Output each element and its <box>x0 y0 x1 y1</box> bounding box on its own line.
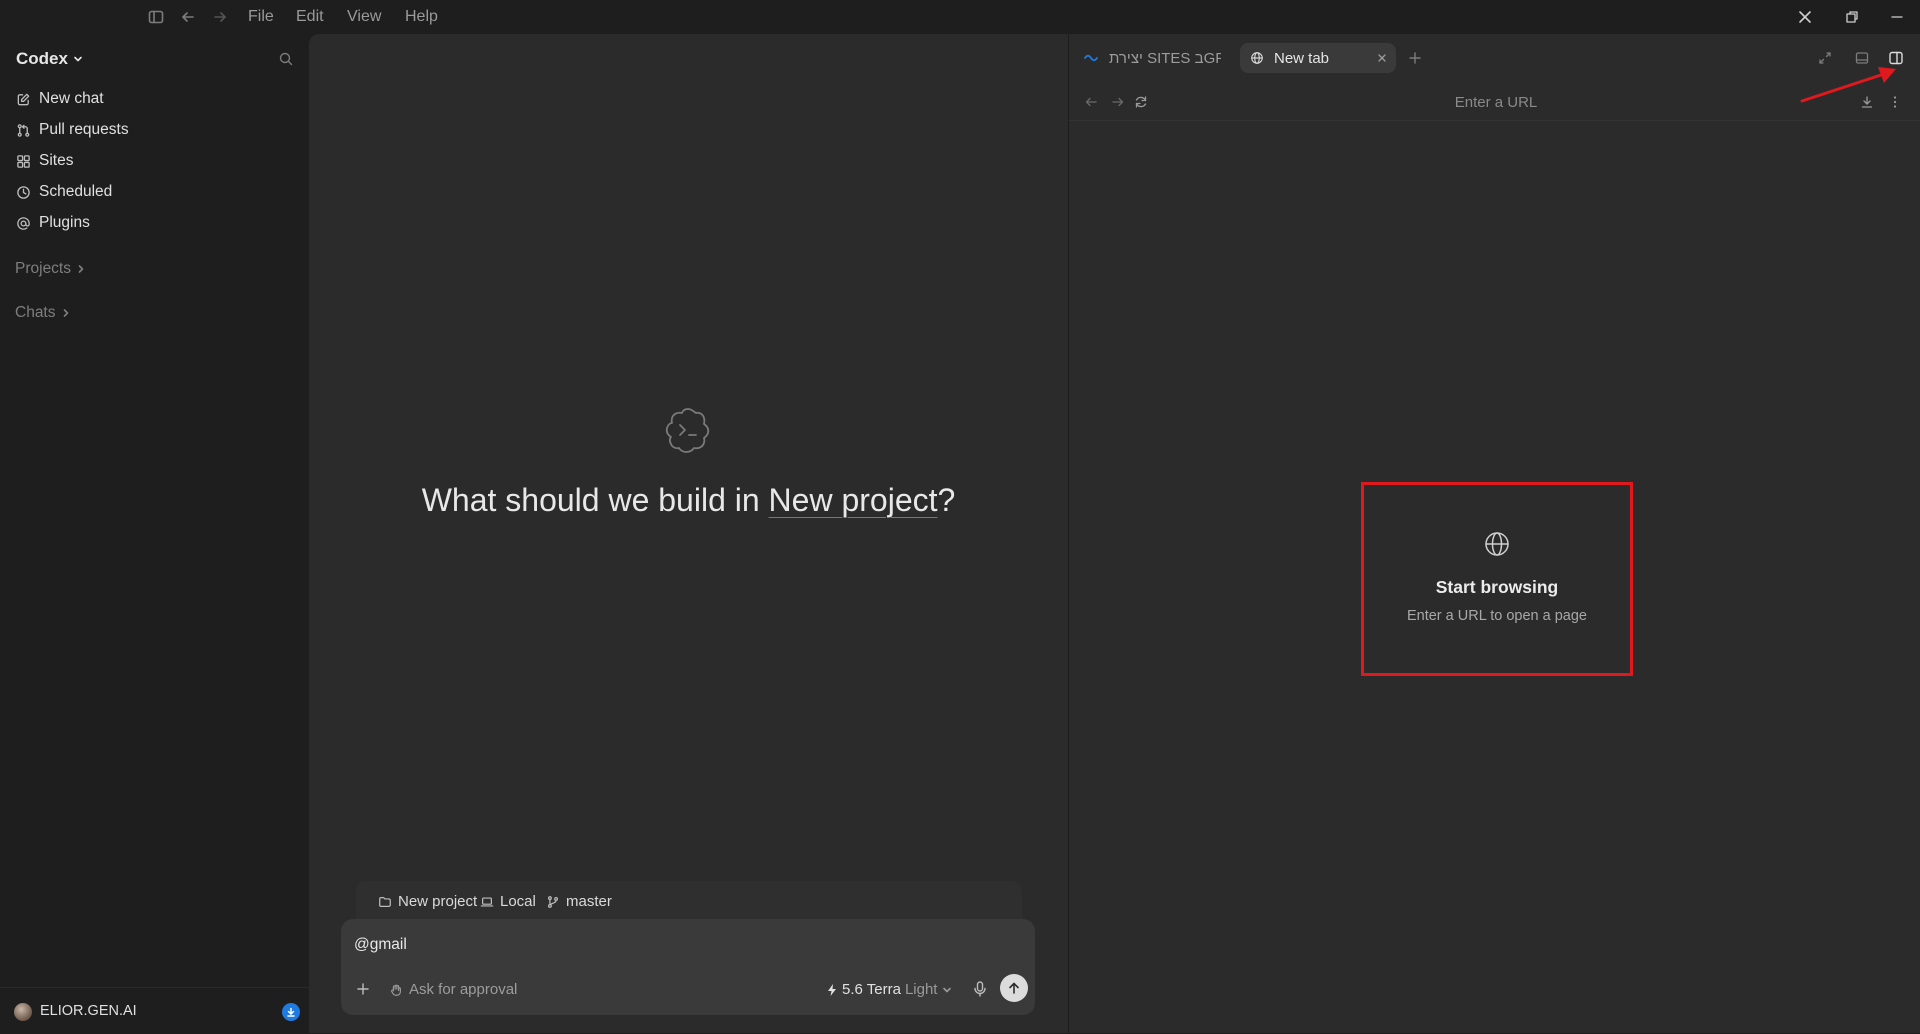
at-icon <box>16 216 31 231</box>
branch-selector[interactable]: master <box>546 893 612 910</box>
sidebar-section-chats[interactable]: Chats <box>15 304 72 322</box>
menu-edit[interactable]: Edit <box>296 8 324 26</box>
chevron-right-icon <box>63 309 68 317</box>
back-arrow-icon[interactable] <box>179 8 197 26</box>
composer[interactable]: @gmail Ask for approval 5.6 Terra Light <box>341 919 1035 1015</box>
empty-state-title: Start browsing <box>1435 577 1559 597</box>
folder-icon <box>378 895 392 909</box>
sidebar-item-sites[interactable]: Sites <box>16 149 73 173</box>
project-link[interactable]: New project <box>769 482 938 518</box>
sidebar: Codex New chat Pull requests Sites Sched… <box>0 34 309 1033</box>
page-title: What should we build in New project? <box>309 482 1068 519</box>
menu-help[interactable]: Help <box>405 8 438 26</box>
tab-label: New tab <box>1274 49 1330 67</box>
codex-logo-icon <box>663 405 713 455</box>
context-bar: New project Local master <box>356 881 1022 921</box>
send-button[interactable] <box>1000 974 1028 1002</box>
section-label: Projects <box>15 260 71 277</box>
chevron-right-icon <box>78 265 84 273</box>
composer-input[interactable]: @gmail <box>354 936 407 954</box>
new-tab-icon[interactable] <box>1407 50 1423 66</box>
tab-label: יצירת SITES בGP <box>1109 49 1221 67</box>
avatar <box>14 1003 32 1021</box>
bolt-icon <box>828 983 836 996</box>
tab-sites[interactable]: יצירת SITES בGP <box>1084 43 1234 73</box>
chevron-down-icon <box>943 987 952 992</box>
tab-new-tab[interactable]: New tab <box>1240 43 1396 73</box>
model-name: 5.6 Terra <box>842 981 901 998</box>
forward-arrow-icon[interactable] <box>211 8 229 26</box>
laptop-icon <box>480 895 494 909</box>
brand-name: Codex <box>16 49 68 68</box>
close-tab-icon[interactable] <box>1376 52 1388 64</box>
edit-icon <box>16 92 31 107</box>
back-arrow-icon[interactable] <box>1083 94 1099 110</box>
empty-state-subtitle: Enter a URL to open a page <box>1406 608 1588 624</box>
headline-text: What should we build in <box>421 482 769 518</box>
sidebar-item-label: Sites <box>39 152 74 169</box>
model-selector[interactable]: 5.6 Terra Light <box>826 981 953 998</box>
menu-view[interactable]: View <box>347 8 381 26</box>
browser-panel: יצירת SITES בGP New tab Enter a URL Star… <box>1068 34 1920 1033</box>
title-bar: File Edit View Help <box>0 0 1920 34</box>
browser-toolbar <box>1069 84 1920 121</box>
more-options-icon[interactable] <box>1887 94 1903 110</box>
workspace-switcher[interactable]: Codex <box>16 49 84 69</box>
approval-mode-button[interactable]: Ask for approval <box>389 981 517 998</box>
minimize-icon[interactable] <box>1887 7 1907 27</box>
menu-file[interactable]: File <box>248 8 274 26</box>
environment-label: Local <box>500 893 536 910</box>
restore-icon[interactable] <box>1842 7 1862 27</box>
microphone-icon[interactable] <box>972 980 988 998</box>
add-attachment-icon[interactable] <box>355 981 371 997</box>
globe-icon <box>1484 531 1510 557</box>
wave-icon <box>1084 53 1098 63</box>
url-input[interactable] <box>1269 89 1723 115</box>
chevron-down-icon <box>74 56 82 62</box>
user-account[interactable]: ELIOR.GEN.AI <box>0 987 309 1034</box>
reload-icon[interactable] <box>1133 94 1149 110</box>
pull-request-icon <box>16 123 31 138</box>
section-label: Chats <box>15 304 56 321</box>
git-branch-icon <box>546 895 560 909</box>
download-icon[interactable] <box>1859 94 1875 110</box>
sidebar-item-label: Pull requests <box>39 121 129 138</box>
sidebar-item-scheduled[interactable]: Scheduled <box>16 180 112 204</box>
hand-icon <box>389 983 403 997</box>
environment-selector[interactable]: Local <box>480 893 536 910</box>
project-label: New project <box>398 893 478 910</box>
sidebar-item-label: Plugins <box>39 214 90 231</box>
sites-icon <box>16 154 31 169</box>
sidebar-item-new-chat[interactable]: New chat <box>16 87 104 111</box>
clock-icon <box>16 185 31 200</box>
download-update-icon[interactable] <box>282 1003 300 1021</box>
globe-icon <box>1250 51 1264 65</box>
username: ELIOR.GEN.AI <box>40 1003 137 1019</box>
headline-suffix: ? <box>937 482 956 518</box>
effort-level: Light <box>904 981 938 998</box>
sidebar-section-projects[interactable]: Projects <box>15 260 87 278</box>
arrow-up-icon <box>1009 982 1019 994</box>
forward-arrow-icon[interactable] <box>1110 94 1126 110</box>
sidebar-item-pull-requests[interactable]: Pull requests <box>16 118 129 142</box>
approval-label: Ask for approval <box>409 981 518 998</box>
sidebar-toggle-icon[interactable] <box>147 8 165 26</box>
branch-label: master <box>566 893 612 910</box>
project-selector[interactable]: New project <box>378 893 477 910</box>
empty-state-highlight: Start browsing Enter a URL to open a pag… <box>1361 482 1633 676</box>
sidebar-item-label: New chat <box>39 90 104 107</box>
chat-panel: What should we build in New project? New… <box>309 34 1068 1033</box>
close-icon[interactable] <box>1795 7 1815 27</box>
sidebar-item-plugins[interactable]: Plugins <box>16 211 90 235</box>
sidebar-item-label: Scheduled <box>39 183 113 200</box>
search-icon[interactable] <box>278 51 294 67</box>
